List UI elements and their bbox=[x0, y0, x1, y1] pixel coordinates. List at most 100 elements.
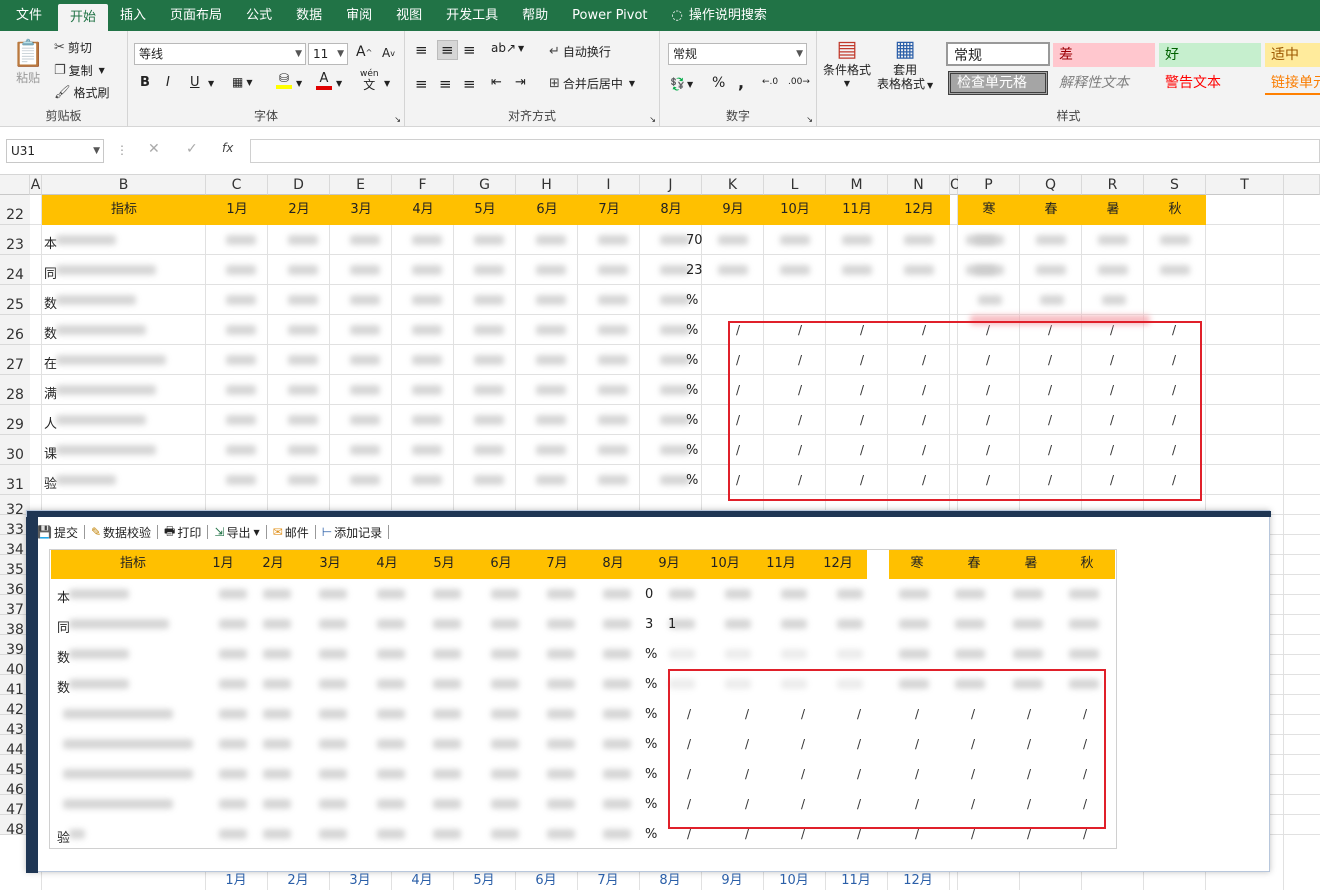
dialog-launcher-icon[interactable]: ↘ bbox=[806, 115, 813, 124]
tab-search[interactable]: ◌ 操作说明搜索 bbox=[660, 0, 779, 31]
column-header-Q[interactable]: Q bbox=[1020, 175, 1082, 195]
insert-function-button[interactable]: fx bbox=[222, 141, 233, 155]
grow-font-button[interactable]: A ^ bbox=[356, 44, 372, 60]
print-button[interactable]: 🖶 打印 bbox=[164, 522, 201, 543]
italic-button[interactable]: I bbox=[166, 75, 170, 90]
underline-dropdown[interactable]: ▼ bbox=[208, 79, 214, 88]
decrease-indent-button[interactable]: ⇤ bbox=[491, 75, 502, 90]
row-header-27[interactable]: 27 bbox=[0, 345, 30, 375]
font-color-dropdown[interactable]: ▼ bbox=[336, 79, 342, 88]
column-header-K[interactable]: K bbox=[702, 175, 764, 195]
cut-button[interactable]: ✂ 剪切 bbox=[54, 39, 92, 56]
font-color-button[interactable]: A bbox=[316, 71, 332, 90]
column-header-C[interactable]: C bbox=[206, 175, 268, 195]
column-header-A[interactable]: A bbox=[30, 175, 42, 195]
phonetic-dropdown[interactable]: ▼ bbox=[384, 79, 390, 88]
style-neutral[interactable]: 适中 bbox=[1265, 43, 1320, 67]
tab-view[interactable]: 视图 bbox=[384, 0, 434, 31]
cancel-icon[interactable]: ✕ bbox=[148, 141, 160, 157]
more-options-icon[interactable]: ⋮ bbox=[116, 143, 128, 157]
format-painter-button[interactable]: 🖌 格式刷 bbox=[54, 84, 110, 101]
percent-button[interactable]: % bbox=[712, 75, 725, 91]
tab-data[interactable]: 数据 bbox=[284, 0, 334, 31]
mail-button[interactable]: ✉ 邮件 bbox=[273, 524, 309, 541]
tab-file[interactable]: 文件 bbox=[0, 0, 58, 31]
tab-page-layout[interactable]: 页面布局 bbox=[158, 0, 234, 31]
row-header-30[interactable]: 30 bbox=[0, 435, 30, 465]
name-box[interactable]: U31 ▼ bbox=[6, 139, 104, 163]
orientation-button[interactable]: ab↗ ▼ bbox=[491, 41, 524, 55]
align-center-button[interactable]: ≡ bbox=[439, 75, 452, 93]
font-name-select[interactable]: 等线 ▼ bbox=[134, 43, 306, 65]
increase-indent-button[interactable]: ⇥ bbox=[515, 75, 526, 90]
tab-developer[interactable]: 开发工具 bbox=[434, 0, 510, 31]
column-header-H[interactable]: H bbox=[516, 175, 578, 195]
column-header-J[interactable]: J bbox=[640, 175, 702, 195]
style-normal[interactable]: 常规 bbox=[946, 42, 1050, 66]
dialog-launcher-icon[interactable]: ↘ bbox=[394, 115, 401, 124]
phonetic-button[interactable]: wén 文 bbox=[360, 69, 379, 91]
style-bad[interactable]: 差 bbox=[1053, 43, 1155, 67]
paste-button[interactable]: 📋 粘贴 bbox=[12, 39, 44, 86]
column-header-I[interactable]: I bbox=[578, 175, 640, 195]
tab-help[interactable]: 帮助 bbox=[510, 0, 560, 31]
add-record-button[interactable]: ⊢ 添加记录 bbox=[322, 524, 382, 541]
column-header-G[interactable]: G bbox=[454, 175, 516, 195]
select-all-corner[interactable] bbox=[0, 175, 30, 195]
border-button[interactable]: ▦ ▼ bbox=[232, 75, 253, 89]
column-header-P[interactable]: P bbox=[958, 175, 1020, 195]
currency-button[interactable]: 💱 ▼ bbox=[670, 77, 693, 91]
row-header-23[interactable]: 23 bbox=[0, 225, 30, 255]
shrink-font-button[interactable]: Av bbox=[382, 46, 395, 60]
tab-power-pivot[interactable]: Power Pivot bbox=[560, 0, 659, 31]
comma-button[interactable]: , bbox=[738, 73, 744, 92]
row-header-29[interactable]: 29 bbox=[0, 405, 30, 435]
row-header-31[interactable]: 31 bbox=[0, 465, 30, 495]
fill-color-button[interactable]: ⛁ bbox=[276, 71, 292, 89]
enter-icon[interactable]: ✓ bbox=[186, 141, 198, 157]
tab-formulas[interactable]: 公式 bbox=[234, 0, 284, 31]
conditional-format-button[interactable]: ▤ 条件格式 ▼ bbox=[823, 37, 871, 91]
style-check-cell[interactable]: 检查单元格 bbox=[948, 71, 1048, 95]
export-button[interactable]: ⇲ 导出 ▼ bbox=[214, 524, 259, 541]
number-format-select[interactable]: 常规 ▼ bbox=[668, 43, 807, 65]
column-header-E[interactable]: E bbox=[330, 175, 392, 195]
column-header-L[interactable]: L bbox=[764, 175, 826, 195]
merge-center-button[interactable]: ⊞ 合并后居中 ▼ bbox=[549, 75, 635, 92]
tab-review[interactable]: 审阅 bbox=[334, 0, 384, 31]
style-good[interactable]: 好 bbox=[1159, 43, 1261, 67]
tab-home[interactable]: 开始 bbox=[58, 4, 109, 31]
align-right-button[interactable]: ≡ bbox=[463, 75, 476, 93]
row-header-26[interactable]: 26 bbox=[0, 315, 30, 345]
formula-input[interactable] bbox=[250, 139, 1320, 163]
tab-insert[interactable]: 插入 bbox=[108, 0, 158, 31]
column-header-S[interactable]: S bbox=[1144, 175, 1206, 195]
column-header-B[interactable]: B bbox=[42, 175, 206, 195]
column-header-T[interactable]: T bbox=[1206, 175, 1284, 195]
row-header-24[interactable]: 24 bbox=[0, 255, 30, 285]
format-as-table-button[interactable]: ▦ 套用 表格格式 ▼ bbox=[877, 37, 933, 93]
align-left-button[interactable]: ≡ bbox=[415, 75, 428, 93]
column-header-M[interactable]: M bbox=[826, 175, 888, 195]
align-middle-button[interactable]: ≡ bbox=[437, 40, 458, 60]
style-explanatory[interactable]: 解释性文本 bbox=[1053, 71, 1155, 95]
column-header-F[interactable]: F bbox=[392, 175, 454, 195]
style-linked-cell[interactable]: 链接单元 bbox=[1265, 71, 1320, 95]
submit-button[interactable]: 💾 提交 bbox=[37, 524, 78, 541]
font-size-select[interactable]: 11 ▼ bbox=[308, 43, 348, 65]
worksheet[interactable]: ABCDEFGHIJKLMNOPQRST 22 23 24 25 26 27 28 29 30 3… bbox=[0, 175, 1320, 890]
row-header-28[interactable]: 28 bbox=[0, 375, 30, 405]
align-top-button[interactable]: ≡ bbox=[415, 41, 428, 59]
style-warning[interactable]: 警告文本 bbox=[1159, 71, 1261, 95]
align-bottom-button[interactable]: ≡ bbox=[463, 41, 476, 59]
underline-button[interactable]: U bbox=[190, 75, 200, 90]
column-header-O[interactable]: O bbox=[950, 175, 961, 195]
column-header-R[interactable]: R bbox=[1082, 175, 1144, 195]
column-header-N[interactable]: N bbox=[888, 175, 950, 195]
fill-color-dropdown[interactable]: ▼ bbox=[296, 79, 302, 88]
dialog-launcher-icon[interactable]: ↘ bbox=[649, 115, 656, 124]
row-header-22[interactable]: 22 bbox=[0, 195, 30, 225]
wrap-text-button[interactable]: ↵ 自动换行 bbox=[549, 43, 611, 60]
validate-button[interactable]: ✎ 数据校验 bbox=[91, 524, 151, 541]
column-header-D[interactable]: D bbox=[268, 175, 330, 195]
